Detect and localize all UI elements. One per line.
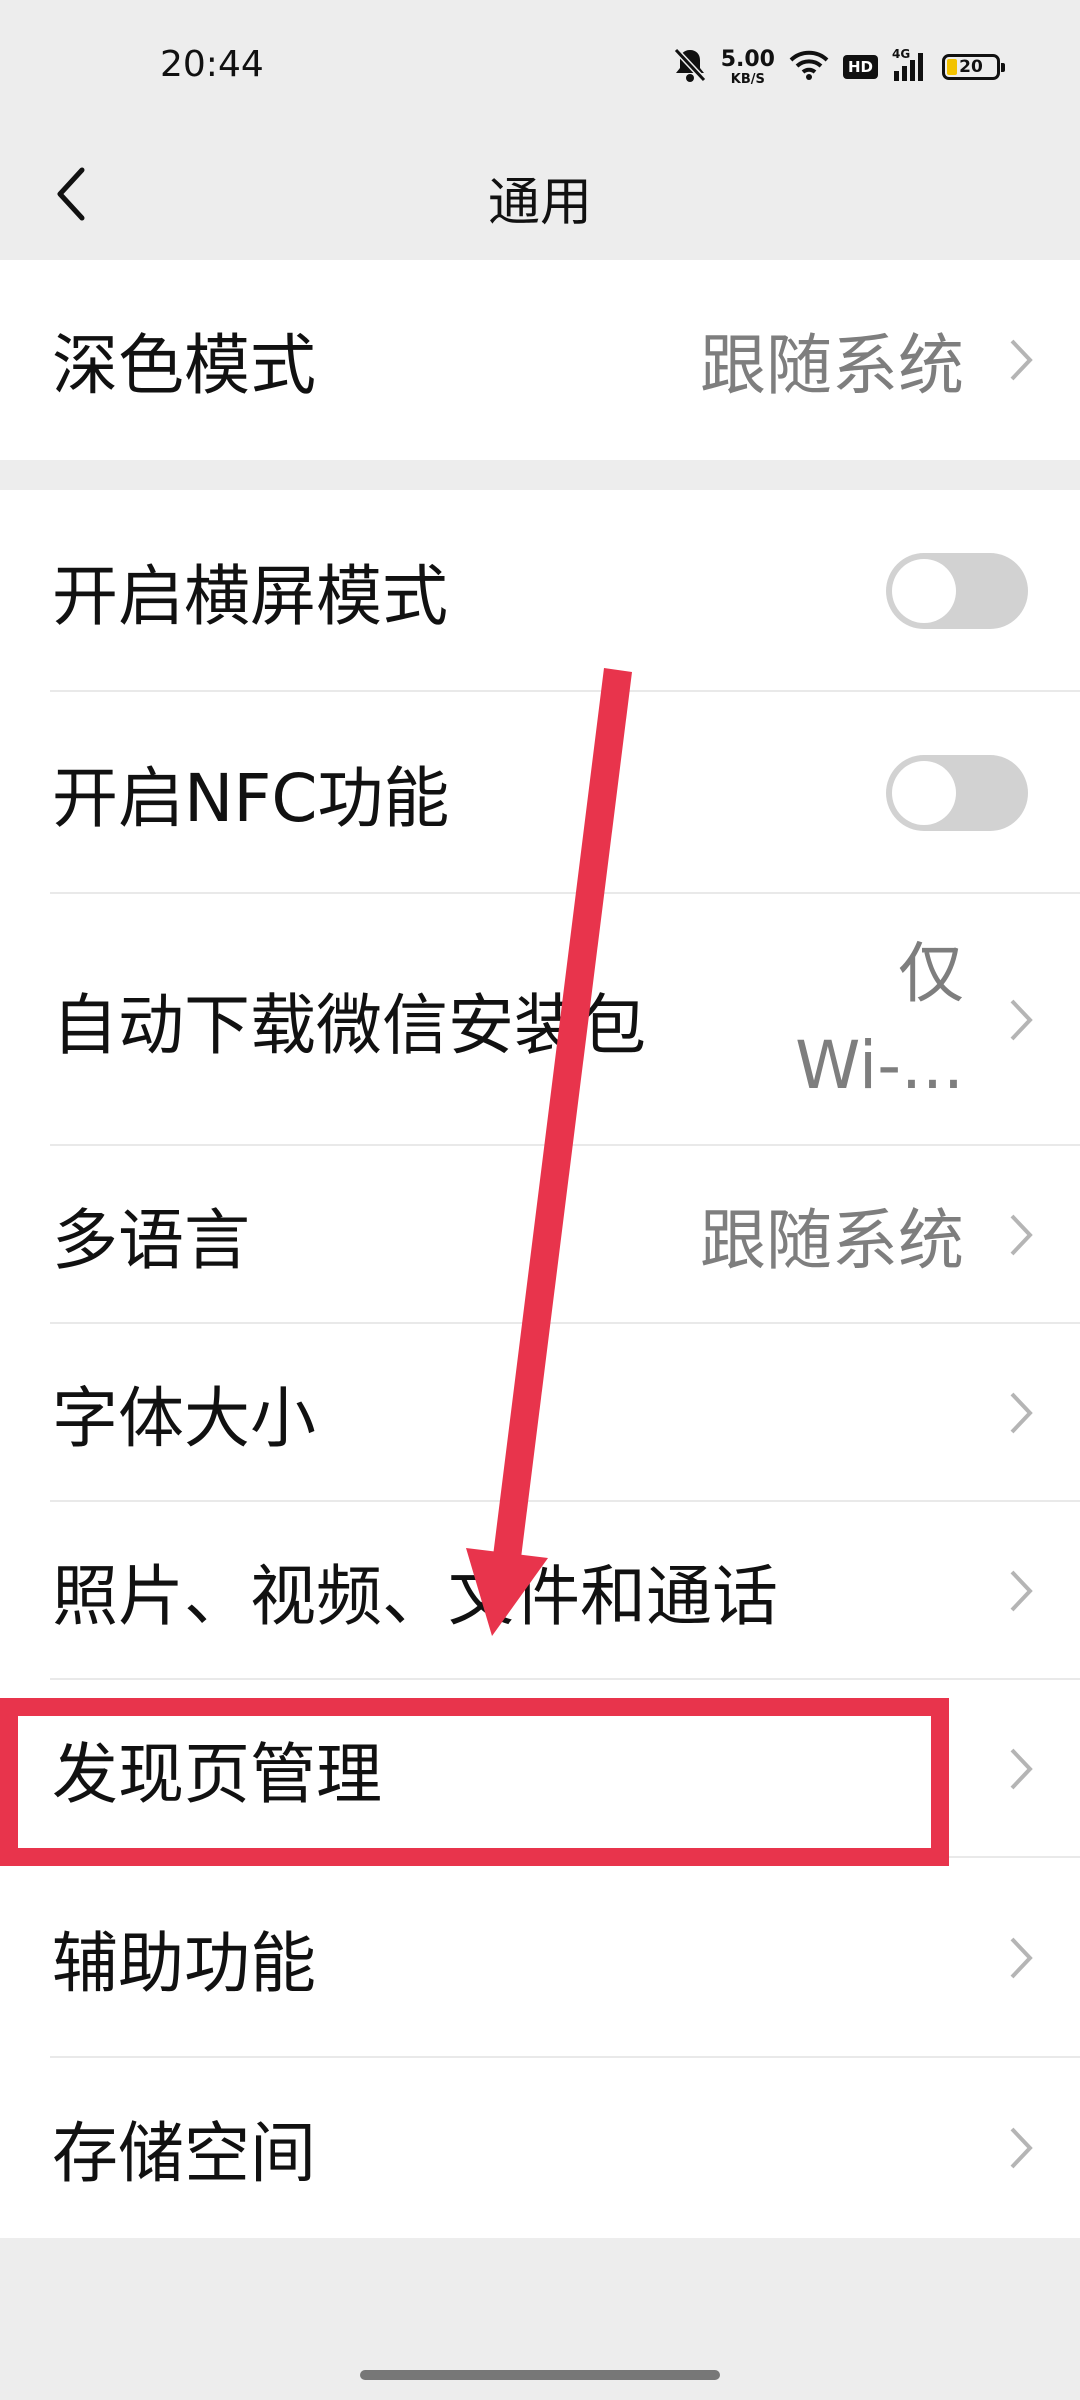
landscape-row: 开启横屏模式 — [0, 490, 1080, 692]
auto-download-value: 仅 Wi-... — [795, 928, 964, 1112]
net-speed-unit: KB/S — [730, 71, 765, 87]
font-size-row[interactable]: 字体大小 — [0, 1324, 1080, 1502]
chevron-right-icon — [1010, 2127, 1033, 2169]
media-label: 照片、视频、文件和通话 — [52, 1558, 778, 1635]
dark-mode-label: 深色模式 — [52, 327, 316, 404]
mute-bell-icon — [673, 47, 707, 87]
nfc-toggle[interactable] — [886, 755, 1028, 831]
dark-mode-row[interactable]: 深色模式 跟随系统 — [0, 260, 1080, 460]
chevron-right-icon — [1010, 339, 1033, 381]
discover-manage-row[interactable]: 发现页管理 — [0, 1680, 1080, 1858]
language-value: 跟随系统 — [700, 1202, 964, 1279]
language-row[interactable]: 多语言 跟随系统 — [0, 1146, 1080, 1324]
auto-download-value-line1: 仅 — [898, 935, 964, 1012]
landscape-toggle[interactable] — [886, 553, 1028, 629]
auto-download-value-line2: Wi-... — [795, 1027, 964, 1104]
nav-header: 通用 — [0, 130, 1080, 260]
landscape-label: 开启横屏模式 — [52, 558, 448, 635]
chevron-right-icon — [1010, 1570, 1033, 1612]
status-icons: 5.00 KB/S HD 4G 20 — [673, 42, 1005, 92]
nfc-row: 开启NFC功能 — [0, 692, 1080, 894]
settings-screen: 20:44 5.00 KB/S HD 4G 20 通用 深色模式 跟随系统 开启… — [0, 0, 1080, 2400]
chevron-right-icon — [1010, 1748, 1033, 1790]
page-title: 通用 — [487, 173, 592, 233]
font-size-label: 字体大小 — [52, 1380, 316, 1457]
settings-group-general: 开启横屏模式 开启NFC功能 自动下载微信安装包 仅 Wi-... 多语言 跟随… — [0, 490, 1080, 2238]
accessibility-row[interactable]: 辅助功能 — [0, 1858, 1080, 2058]
wifi-icon — [789, 49, 829, 85]
chevron-right-icon — [1010, 1214, 1033, 1256]
signal-icon: 4G — [892, 47, 928, 87]
settings-group-appearance: 深色模式 跟随系统 — [0, 260, 1080, 460]
status-time: 20:44 — [160, 44, 264, 85]
chevron-right-icon — [1010, 1937, 1033, 1979]
nfc-label: 开启NFC功能 — [52, 760, 450, 837]
chevron-right-icon — [1010, 1392, 1033, 1434]
storage-label: 存储空间 — [52, 2115, 316, 2192]
net-speed-value: 5.00 — [720, 46, 775, 72]
discover-manage-label: 发现页管理 — [52, 1736, 382, 1813]
media-row[interactable]: 照片、视频、文件和通话 — [0, 1502, 1080, 1680]
net-speed: 5.00 KB/S — [720, 46, 775, 87]
dark-mode-value: 跟随系统 — [700, 327, 964, 404]
chevron-right-icon — [1010, 999, 1033, 1041]
auto-download-label: 自动下载微信安装包 — [52, 987, 646, 1064]
auto-download-row[interactable]: 自动下载微信安装包 仅 Wi-... — [0, 894, 1080, 1146]
home-indicator[interactable] — [360, 2370, 720, 2380]
hd-icon: HD — [842, 55, 878, 79]
language-label: 多语言 — [52, 1202, 250, 1279]
storage-row[interactable]: 存储空间 — [0, 2058, 1080, 2238]
accessibility-label: 辅助功能 — [52, 1925, 316, 2002]
battery-icon: 20 — [942, 54, 1005, 80]
signal-label: 4G — [892, 47, 910, 61]
battery-level: 20 — [959, 57, 983, 77]
status-bar: 20:44 5.00 KB/S HD 4G 20 — [0, 0, 1080, 130]
